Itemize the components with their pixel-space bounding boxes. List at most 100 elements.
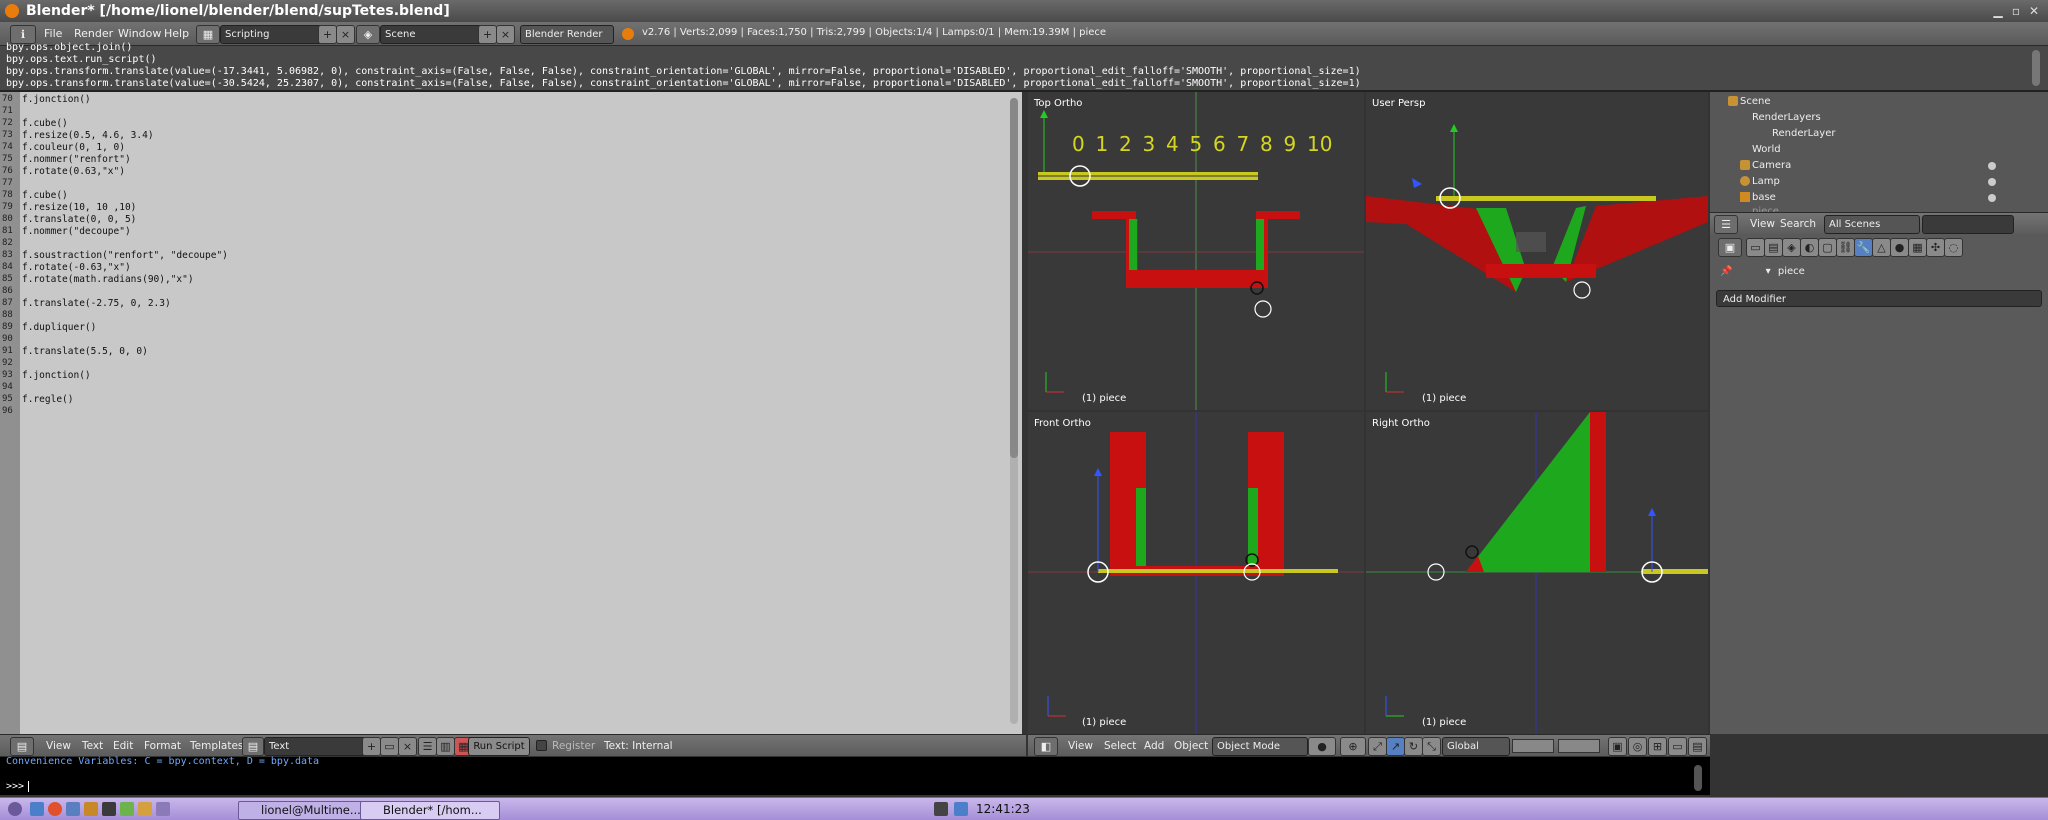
view3d-menu-select[interactable]: Select <box>1104 740 1136 752</box>
particles-tab-icon[interactable]: ✣ <box>1926 238 1945 257</box>
text-datablock-field[interactable]: Text <box>264 737 366 756</box>
outliner-item-lamp[interactable]: Lamp <box>1752 176 1780 187</box>
outliner-item-scene[interactable]: Scene <box>1740 96 1771 107</box>
file-manager-icon[interactable] <box>66 802 80 816</box>
view3d-menu-add[interactable]: Add <box>1144 740 1164 752</box>
properties-tabs[interactable]: ▣ ▭ ▤ ◈ ◐ ▢ ⛓ 🔧 △ ● ▦ ✣ ◌ <box>1718 238 2038 257</box>
code-line[interactable]: f.translate(-2.75, 0, 2.3) <box>22 298 171 309</box>
viewport-user-persp[interactable]: User Persp (1) piece <box>1366 92 1708 410</box>
python-console[interactable]: Convenience Variables: C = bpy.context, … <box>0 756 1710 795</box>
app-launcher-icon[interactable] <box>138 802 152 816</box>
code-line[interactable]: f.nommer("decoupe") <box>22 226 131 237</box>
code-line[interactable]: f.cube() <box>22 118 68 129</box>
menu-render[interactable]: Render <box>74 27 113 40</box>
scale-manipulator[interactable]: ⤡ <box>1422 737 1441 756</box>
screen-layout-field[interactable]: Scripting <box>220 25 322 44</box>
code-line[interactable]: f.jonction() <box>22 370 91 381</box>
outliner-item-base[interactable]: base <box>1752 192 1776 203</box>
network-icon[interactable] <box>954 802 968 816</box>
code-line[interactable]: f.resize(0.5, 4.6, 3.4) <box>22 130 154 141</box>
modifiers-tab-icon[interactable]: 🔧 <box>1854 238 1873 257</box>
editor-scrollbar[interactable] <box>1010 98 1018 724</box>
code-line[interactable]: f.soustraction("renfort", "decoupe") <box>22 250 228 261</box>
manipulator-toggle[interactable]: ⤢ <box>1368 737 1387 756</box>
open-text-button[interactable]: ▭ <box>380 737 399 756</box>
code-line[interactable]: f.cube() <box>22 190 68 201</box>
maximize-button[interactable]: ▫ <box>2008 3 2024 19</box>
editor-type-text-icon[interactable]: ▤ <box>10 737 34 756</box>
outliner[interactable]: Scene RenderLayers RenderLayer World Cam… <box>1710 92 2048 217</box>
editor-scroll-thumb[interactable] <box>1010 98 1018 458</box>
outliner-item-world[interactable]: World <box>1752 144 1781 155</box>
text-editor[interactable]: 70 f.jonction() 71 72 f.cube() 73 f.resize(0.5… <box>0 92 1022 734</box>
run-script-button[interactable]: Run Script <box>468 737 530 756</box>
code-line[interactable]: f.nommer("renfort") <box>22 154 131 165</box>
text-editor-launcher-icon[interactable] <box>120 802 134 816</box>
outliner-menu-view[interactable]: View <box>1750 218 1775 230</box>
layer-buttons-1[interactable] <box>1512 739 1554 753</box>
scene-icon[interactable]: ◈ <box>356 25 380 44</box>
code-line[interactable]: f.regle() <box>22 394 73 405</box>
viewport-front-ortho[interactable]: Front Ortho (1) piece <box>1028 412 1364 734</box>
console-prompt[interactable]: >>> <box>6 781 30 792</box>
editor-type-properties-icon[interactable]: ▣ <box>1718 238 1742 257</box>
pin-icon[interactable]: 📌 <box>1720 266 1732 277</box>
text-menu-format[interactable]: Format <box>144 740 181 752</box>
view3d-menu-object[interactable]: Object <box>1174 740 1208 752</box>
add-scene-button[interactable]: + <box>478 25 497 44</box>
rotate-manipulator[interactable]: ↻ <box>1404 737 1423 756</box>
view3d-menu-view[interactable]: View <box>1068 740 1093 752</box>
menu-file[interactable]: File <box>44 27 62 40</box>
firefox-icon[interactable] <box>48 802 62 816</box>
viewport-shading-select[interactable]: ● <box>1308 737 1336 756</box>
outliner-menu-search[interactable]: Search <box>1780 218 1816 230</box>
remove-screen-button[interactable]: × <box>336 25 355 44</box>
data-tab-icon[interactable]: △ <box>1872 238 1891 257</box>
physics-tab-icon[interactable]: ◌ <box>1944 238 1963 257</box>
screen-layout-icon[interactable]: ▦ <box>196 25 220 44</box>
code-line[interactable]: f.resize(10, 10 ,10) <box>22 202 136 213</box>
pivot-point-select[interactable]: ⊕ <box>1340 737 1366 756</box>
text-menu-edit[interactable]: Edit <box>113 740 133 752</box>
transform-orientation-select[interactable]: Global <box>1442 737 1510 756</box>
start-menu-icon[interactable] <box>8 802 22 816</box>
remove-scene-button[interactable]: × <box>496 25 515 44</box>
register-checkbox[interactable] <box>536 740 547 751</box>
code-line[interactable]: f.rotate(math.radians(90),"x") <box>22 274 194 285</box>
outliner-item-camera[interactable]: Camera <box>1752 160 1791 171</box>
translate-manipulator[interactable]: ↗ <box>1386 737 1405 756</box>
opengl-render-icon[interactable]: ▤ <box>1688 737 1707 756</box>
blender-launcher-icon[interactable] <box>84 802 98 816</box>
scene-tab-icon[interactable]: ◈ <box>1782 238 1801 257</box>
visibility-eye-icon[interactable] <box>1988 194 1996 202</box>
console-scrollbar[interactable] <box>1694 765 1702 791</box>
render-engine-select[interactable]: Blender Render <box>520 25 614 44</box>
task-terminal[interactable]: lionel@Multime... <box>238 801 380 820</box>
render-preview-icon[interactable]: ▭ <box>1668 737 1687 756</box>
render-tab-icon[interactable]: ▭ <box>1746 238 1765 257</box>
texture-tab-icon[interactable]: ▦ <box>1908 238 1927 257</box>
code-line[interactable]: f.dupliquer() <box>22 322 96 333</box>
visibility-eye-icon[interactable] <box>1988 162 1996 170</box>
outliner-item-renderlayers[interactable]: RenderLayers <box>1752 112 1821 123</box>
interaction-mode-select[interactable]: Object Mode <box>1212 737 1308 756</box>
proportional-edit-icon[interactable]: ◎ <box>1628 737 1647 756</box>
outliner-item-renderlayer[interactable]: RenderLayer <box>1772 128 1835 139</box>
code-line[interactable]: f.couleur(0, 1, 0) <box>22 142 125 153</box>
text-datablock-icon[interactable]: ▤ <box>242 737 264 756</box>
text-menu-templates[interactable]: Templates <box>190 740 243 752</box>
outliner-search-input[interactable] <box>1922 215 2014 234</box>
lock-camera-icon[interactable]: ▣ <box>1608 737 1627 756</box>
unlink-text-button[interactable]: × <box>398 737 417 756</box>
layer-buttons-2[interactable] <box>1558 739 1600 753</box>
minimize-button[interactable]: ▁ <box>1990 3 2006 19</box>
viewport-right-ortho[interactable]: Right Ortho (1) piece <box>1366 412 1708 734</box>
world-tab-icon[interactable]: ◐ <box>1800 238 1819 257</box>
constraints-tab-icon[interactable]: ⛓ <box>1836 238 1855 257</box>
show-desktop-icon[interactable] <box>30 802 44 816</box>
code-line[interactable]: f.jonction() <box>22 94 91 105</box>
word-wrap-toggle[interactable]: ▥ <box>436 737 455 756</box>
text-menu-view[interactable]: View <box>46 740 71 752</box>
render-layers-tab-icon[interactable]: ▤ <box>1764 238 1783 257</box>
properties-editor[interactable]: ▣ ▭ ▤ ◈ ◐ ▢ ⛓ 🔧 △ ● ▦ ✣ ◌ 📌 ▾ piece Add … <box>1710 234 2048 734</box>
